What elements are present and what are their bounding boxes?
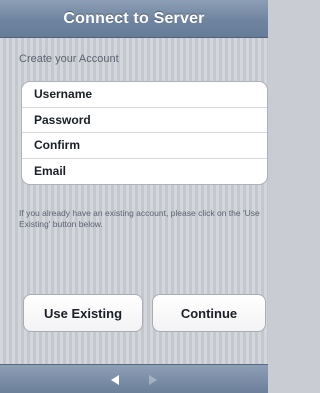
continue-button[interactable]: Continue — [152, 294, 266, 332]
help-text: If you already have an existing account,… — [19, 208, 260, 229]
username-field[interactable]: Username — [22, 82, 267, 108]
back-arrow-icon[interactable] — [111, 374, 119, 385]
bottom-toolbar — [0, 364, 268, 393]
email-field[interactable]: Email — [22, 159, 267, 185]
navbar-title: Connect to Server — [63, 9, 205, 27]
connect-screen: Connect to Server Create your Account Us… — [0, 0, 268, 393]
section-header: Create your Account — [19, 53, 119, 65]
forward-arrow-icon — [149, 374, 157, 385]
password-field[interactable]: Password — [22, 108, 267, 133]
navigation-bar: Connect to Server — [0, 0, 268, 38]
confirm-field[interactable]: Confirm — [22, 133, 267, 159]
use-existing-button[interactable]: Use Existing — [23, 294, 143, 332]
account-form: Username Password Confirm Email — [21, 81, 268, 185]
